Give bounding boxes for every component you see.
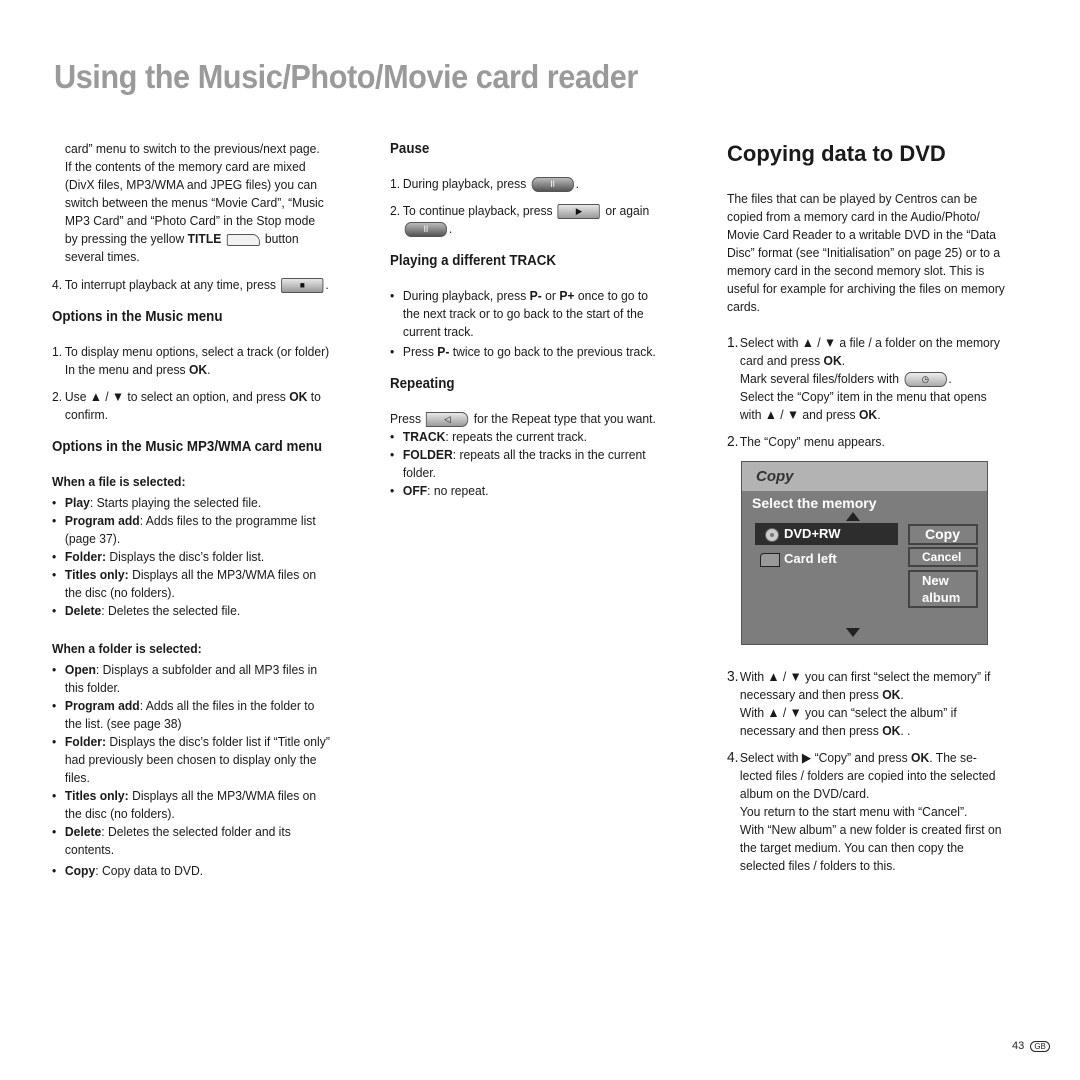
play-button-icon: ▶ <box>557 204 601 220</box>
list-item: • During playback, press P- or P+ once to… <box>390 288 649 339</box>
list-item: • Delete: Deletes the selected folder and… <box>52 824 291 857</box>
file-options-list: • Play: Starts playing the selected file.… <box>52 494 333 620</box>
pause-button-icon: II <box>531 177 574 193</box>
language-badge: GB <box>1030 1041 1050 1052</box>
copy-button[interactable]: Copy <box>908 524 978 545</box>
title-button-icon <box>226 233 260 246</box>
column-left: card” menu to switch to the previous/nex… <box>52 140 333 880</box>
clock-button-icon: ◷ <box>904 372 947 388</box>
copy-heading: Copying data to DVD <box>727 141 946 166</box>
page-title: Using the Music/Photo/Movie card reader <box>54 58 638 95</box>
copy-step-1: 1. Select with ▲ / ▼ a file / a folder o… <box>727 334 1000 422</box>
copy-step-3: 3. With ▲ / ▼ you can first “select the … <box>727 668 991 738</box>
copy-menu-subtitle: Select the memory <box>752 495 877 511</box>
pause-step-1: 1. During playback, press II. <box>390 176 580 193</box>
memory-item-card[interactable]: Card left <box>760 549 837 569</box>
copy-step-4: 4. Select with ▶ “Copy” and press OK. Th… <box>727 749 1002 873</box>
cancel-button[interactable]: Cancel <box>908 547 978 567</box>
page-footer: 43 GB <box>1012 1040 1050 1052</box>
copy-intro: The files that can be played by Centros … <box>727 191 1005 314</box>
repeat-list: • TRACK: repeats the current track. • FOLD… <box>390 428 661 500</box>
stop-button-icon: ■ <box>281 278 324 294</box>
memory-item-dvd[interactable]: DVD+RW <box>755 523 898 545</box>
list-item: • Play: Starts playing the selected file. <box>52 495 262 510</box>
list-item: • Open: Displays a subfolder and all MP3 … <box>52 662 318 695</box>
copy-step-2: 2. The “Copy” menu appears. <box>727 433 885 450</box>
list-item: • Folder: Displays the disc’s folder list… <box>52 734 330 785</box>
scroll-down-arrow-icon[interactable] <box>846 628 860 637</box>
track-heading: Playing a different TRACK <box>390 253 557 269</box>
folder-options-list: • Open: Displays a subfolder and all MP3 … <box>52 661 333 880</box>
music-step-2: 2. Use ▲ / ▼ to select an option, and pr… <box>52 389 321 422</box>
music-menu-heading: Options in the Music menu <box>52 309 223 325</box>
intro-paragraph: card” menu to switch to the previous/nex… <box>64 141 324 264</box>
list-item: • Delete: Deletes the selected file. <box>52 603 241 618</box>
scroll-up-arrow-icon[interactable] <box>846 512 860 521</box>
track-list: • During playback, press P- or P+ once to… <box>390 287 661 361</box>
column-middle: Pause 1. During playback, press II. 2. T… <box>390 140 661 500</box>
list-item: • Titles only: Displays all the MP3/WMA f… <box>52 788 317 821</box>
repeat-button-icon: ◁ <box>426 412 469 428</box>
pause-step-2: 2. To continue playback, press ▶ or agai… <box>390 203 650 238</box>
list-item: • TRACK: repeats the current track. <box>390 429 587 444</box>
mp3-menu-heading: Options in the Music MP3/WMA card menu <box>52 439 323 455</box>
step-4: 4. To interrupt playback at any time, pr… <box>52 277 329 294</box>
memory-card-icon <box>760 552 780 567</box>
new-album-button[interactable]: New album <box>908 570 978 608</box>
copy-menu-title: Copy <box>742 462 987 491</box>
page-number: 43 <box>1012 1040 1025 1052</box>
list-item: • Folder: Displays the disc’s folder list… <box>52 549 265 564</box>
disc-icon <box>765 527 779 542</box>
pause-button-icon: II <box>404 222 448 238</box>
folder-selected-heading: When a folder is selected: <box>52 641 202 656</box>
list-item: • Program add: Adds files to the programm… <box>52 513 316 546</box>
repeat-heading: Repeating <box>390 376 455 392</box>
list-item: • OFF: no repeat. <box>390 483 489 498</box>
pause-heading: Pause <box>390 141 430 157</box>
music-step-1: 1. To display menu options, select a tra… <box>52 344 330 377</box>
copy-menu-screen: Copy Select the memory DVD+RW Card left … <box>741 461 988 645</box>
list-item: • Program add: Adds all the files in the … <box>52 698 315 731</box>
list-item: • Press P- twice to go back to the previo… <box>390 344 656 359</box>
list-item: • Titles only: Displays all the MP3/WMA f… <box>52 567 317 600</box>
list-item: • Copy: Copy data to DVD. <box>52 863 204 878</box>
list-item: • FOLDER: repeats all the tracks in the c… <box>390 447 646 480</box>
file-selected-heading: When a file is selected: <box>52 474 186 489</box>
